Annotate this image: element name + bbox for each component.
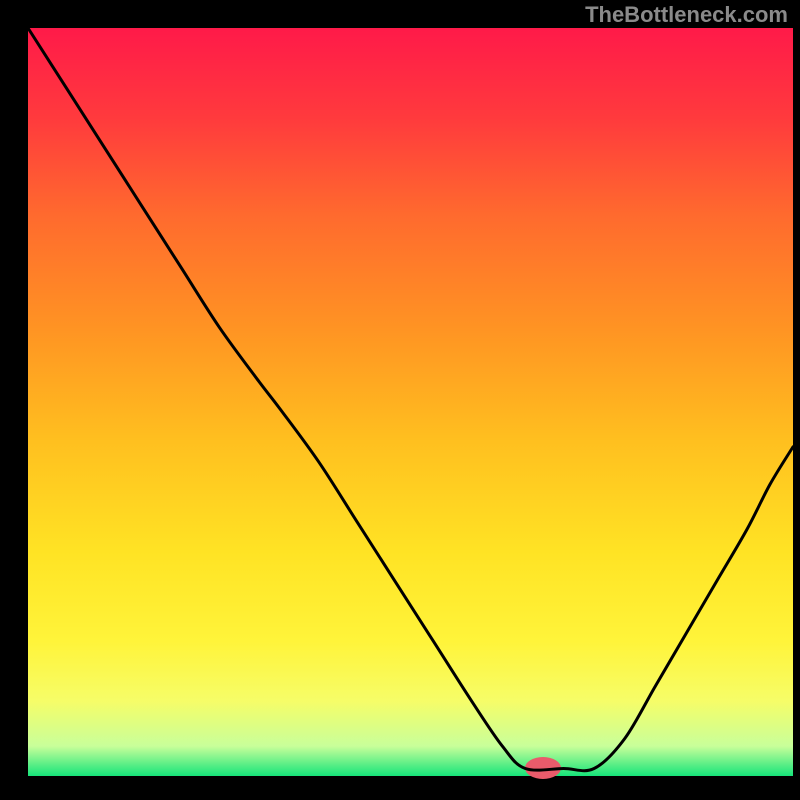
- chart-stage: { "watermark": "TheBottleneck.com", "plo…: [0, 0, 800, 800]
- plot-background: [28, 28, 793, 776]
- bottleneck-chart: [0, 0, 800, 800]
- watermark-text: TheBottleneck.com: [585, 2, 788, 28]
